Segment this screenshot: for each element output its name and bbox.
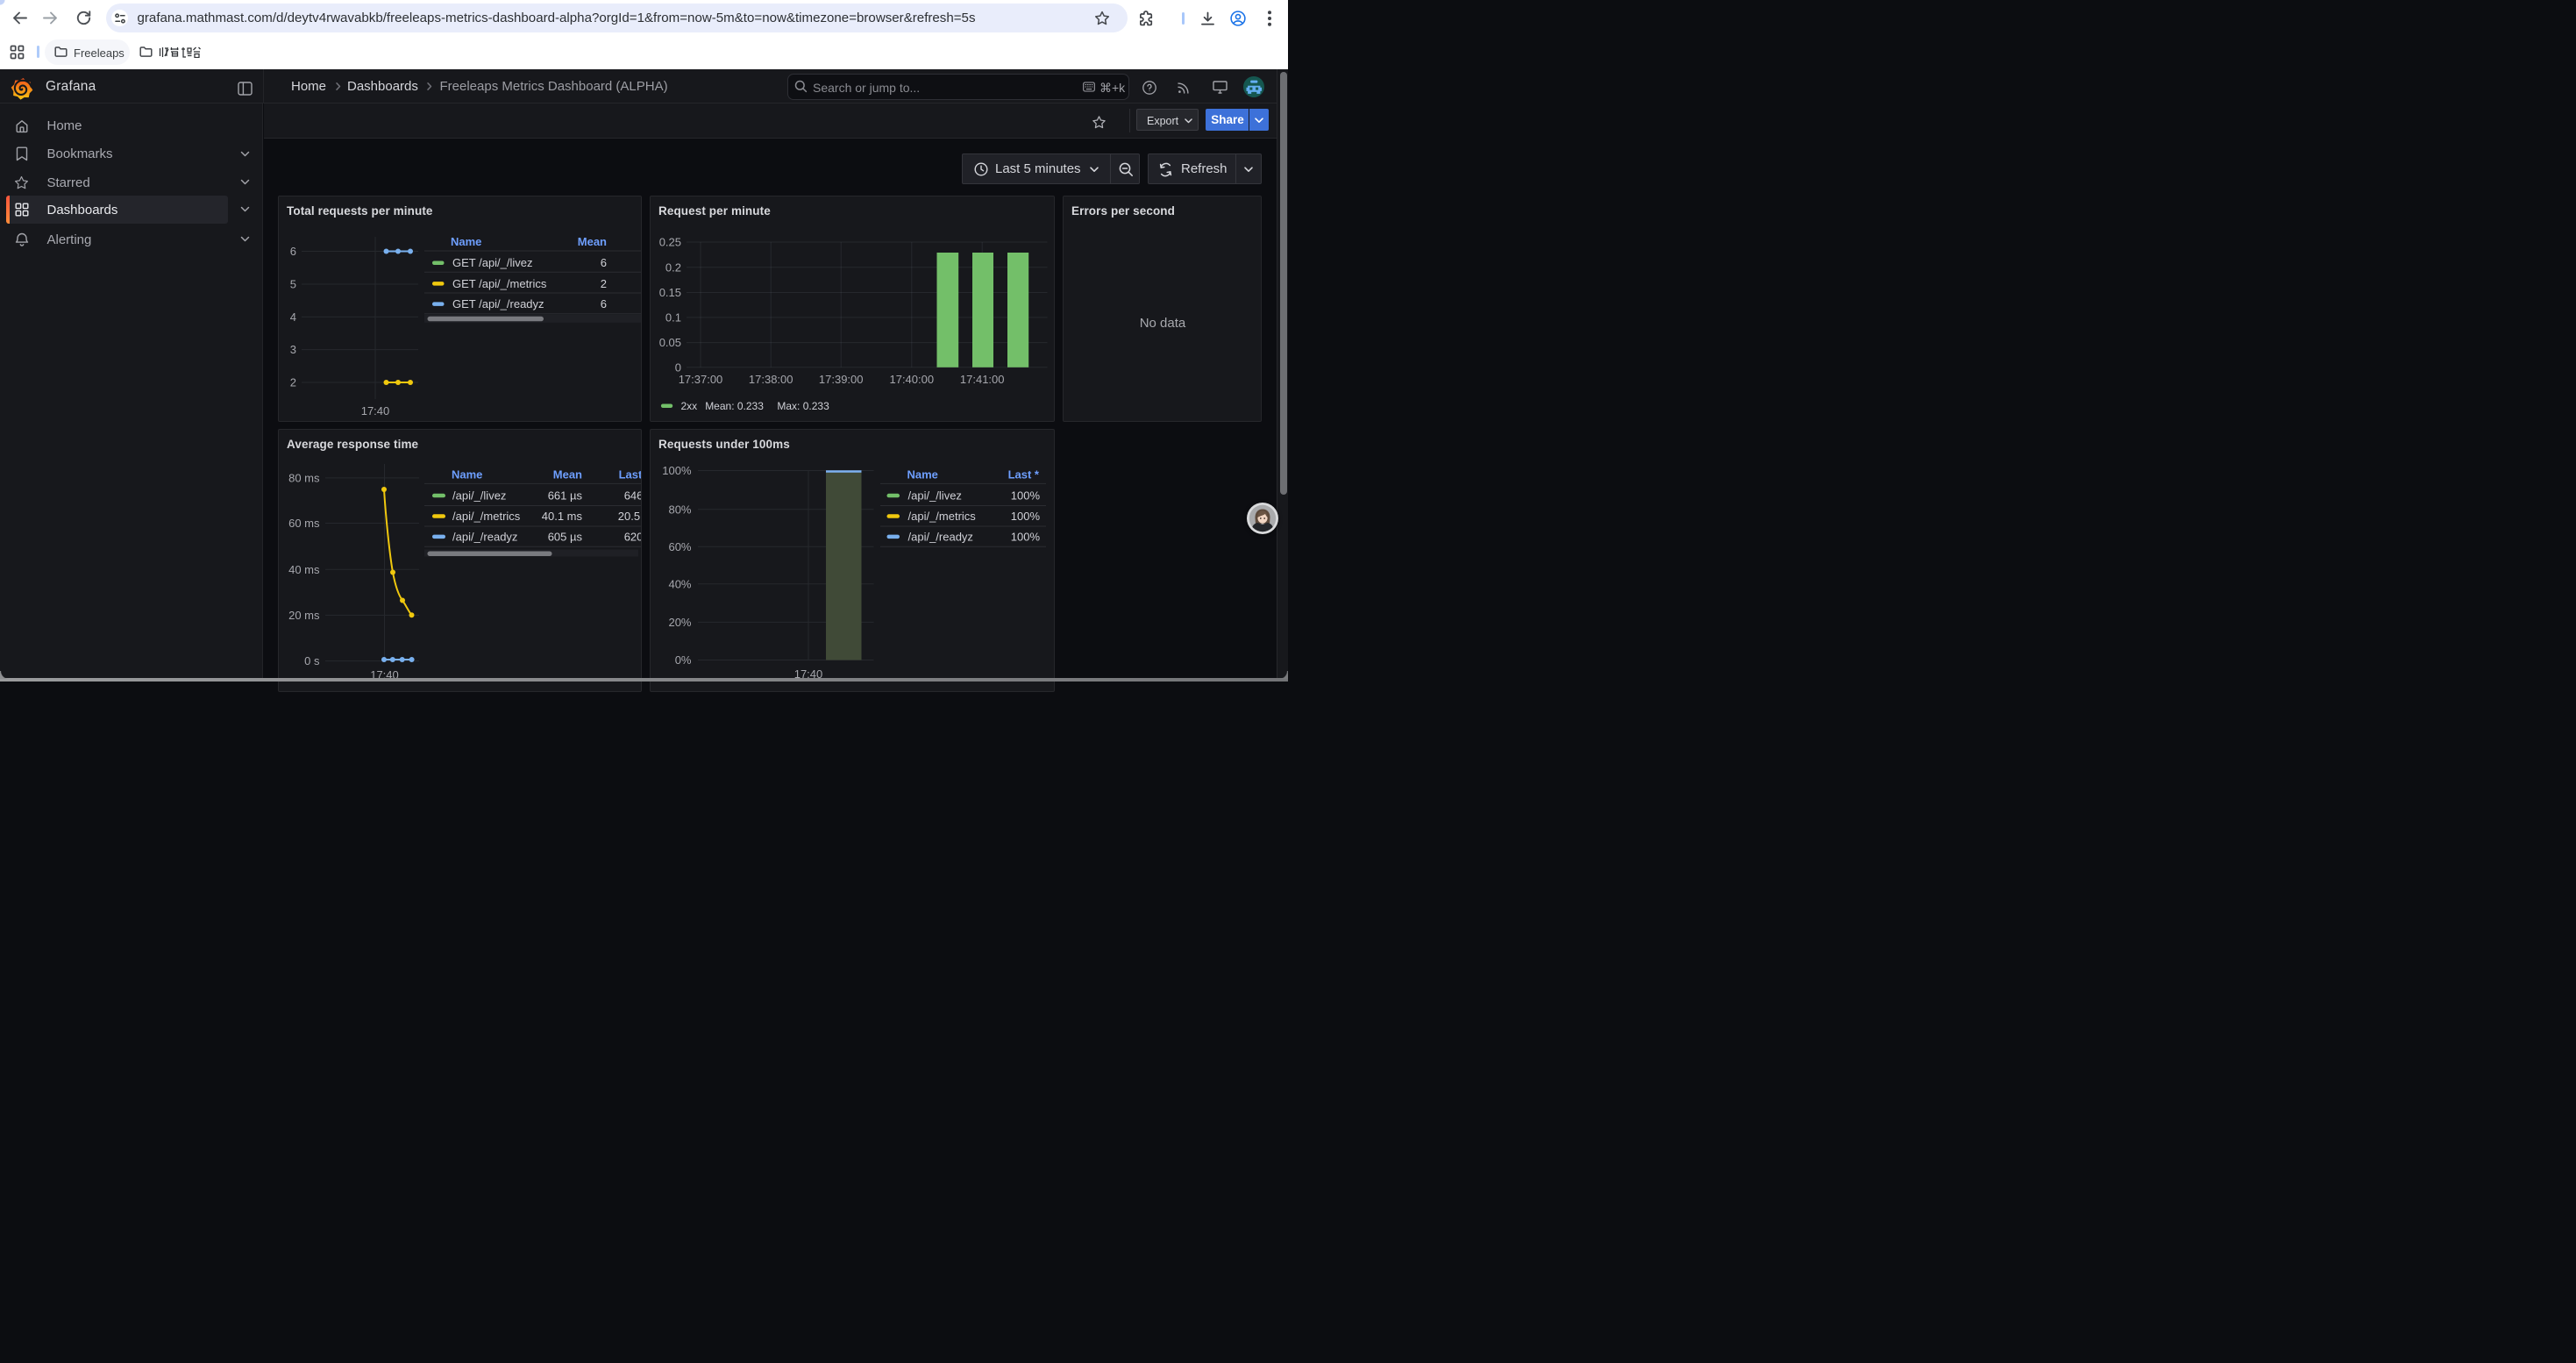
- svg-text:17:40:00: 17:40:00: [889, 373, 934, 386]
- svg-text:/api/_/metrics: /api/_/metrics: [907, 510, 976, 523]
- svg-text:620 µs: 620 µs: [623, 531, 640, 544]
- svg-text:100%: 100%: [1010, 510, 1040, 523]
- svg-text:4: 4: [289, 310, 295, 324]
- svg-text:80 ms: 80 ms: [288, 472, 320, 485]
- svg-text:/api/_/readyz: /api/_/readyz: [452, 531, 517, 544]
- svg-text:0%: 0%: [674, 653, 691, 667]
- svg-text:GET /api/_/readyz: GET /api/_/readyz: [452, 297, 544, 310]
- svg-text:3: 3: [289, 343, 295, 356]
- svg-text:646 µs: 646 µs: [623, 489, 640, 503]
- svg-text:0.25: 0.25: [658, 235, 680, 248]
- svg-text:40%: 40%: [668, 578, 691, 591]
- svg-text:Name: Name: [907, 468, 937, 482]
- svg-text:0.2: 0.2: [665, 260, 680, 274]
- svg-text:20%: 20%: [668, 616, 691, 629]
- svg-text:20 ms: 20 ms: [288, 609, 320, 622]
- svg-text:Mean: 0.233: Mean: 0.233: [705, 400, 764, 412]
- svg-text:GET /api/_/livez: GET /api/_/livez: [452, 256, 533, 269]
- svg-text:60 ms: 60 ms: [288, 517, 320, 530]
- svg-text:40.1 ms: 40.1 ms: [541, 510, 582, 523]
- svg-text:6: 6: [600, 297, 606, 310]
- svg-text:100%: 100%: [1010, 489, 1040, 503]
- svg-text:Name: Name: [451, 235, 481, 248]
- svg-text:0.1: 0.1: [665, 310, 680, 324]
- svg-text:2: 2: [289, 375, 295, 389]
- svg-text:Last *: Last *: [1007, 468, 1039, 482]
- svg-text:605 µs: 605 µs: [547, 531, 582, 544]
- svg-text:100%: 100%: [662, 464, 692, 477]
- svg-text:Mean: Mean: [552, 468, 581, 482]
- svg-text:0 s: 0 s: [304, 655, 320, 668]
- svg-text:17:37:00: 17:37:00: [678, 373, 722, 386]
- svg-text:/api/_/readyz: /api/_/readyz: [907, 531, 972, 544]
- svg-text:5: 5: [289, 277, 295, 290]
- svg-text:2xx: 2xx: [680, 400, 697, 412]
- svg-text:2: 2: [600, 277, 606, 290]
- svg-text:Mean: Mean: [577, 235, 606, 248]
- svg-text:20.5 ms: 20.5 ms: [617, 510, 640, 523]
- svg-text:661 µs: 661 µs: [547, 489, 582, 503]
- svg-text:0.15: 0.15: [658, 286, 680, 299]
- svg-text:GET /api/_/metrics: GET /api/_/metrics: [452, 277, 547, 290]
- svg-text:17:40: 17:40: [360, 404, 389, 417]
- svg-text:Name: Name: [452, 468, 482, 482]
- svg-text:0.05: 0.05: [658, 336, 680, 349]
- svg-text:6: 6: [600, 256, 606, 269]
- svg-text:Max: 0.233: Max: 0.233: [777, 400, 829, 412]
- svg-text:60%: 60%: [668, 540, 691, 553]
- svg-text:6: 6: [289, 245, 295, 258]
- svg-text:40 ms: 40 ms: [288, 563, 320, 576]
- svg-text:17:39:00: 17:39:00: [818, 373, 863, 386]
- svg-text:17:38:00: 17:38:00: [748, 373, 793, 386]
- svg-text:/api/_/livez: /api/_/livez: [907, 489, 961, 503]
- svg-text:/api/_/metrics: /api/_/metrics: [452, 510, 521, 523]
- svg-text:100%: 100%: [1010, 531, 1040, 544]
- svg-text:Last *: Last *: [618, 468, 640, 482]
- svg-text:17:41:00: 17:41:00: [959, 373, 1004, 386]
- svg-text:80%: 80%: [668, 503, 691, 517]
- svg-text:/api/_/livez: /api/_/livez: [452, 489, 506, 503]
